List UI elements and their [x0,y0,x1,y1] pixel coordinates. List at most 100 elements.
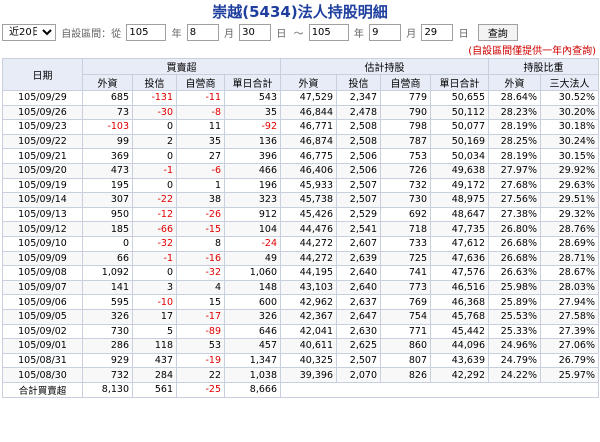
value-cell: 685 [82,90,133,106]
value-cell: -92 [224,119,281,135]
value-cell: 26.79% [540,352,599,369]
value-cell: 692 [380,206,431,223]
value-cell: 42,367 [280,308,337,325]
table-row: 105/09/05 326 17 -17 326 42,367 2,647 754 45,768… [2,308,599,325]
value-cell: 196 [224,177,281,194]
value-cell: 73 [82,104,133,121]
value-cell: 45,426 [280,206,337,223]
date-cell: 105/09/08 [2,265,83,281]
value-cell: 2,506 [336,148,381,164]
value-cell: 28.03% [540,279,599,296]
value-cell: 753 [380,148,431,164]
value-cell: 2 [132,133,177,150]
value-cell: -26 [176,206,225,223]
table-row: 105/09/23 -103 0 11 -92 46,771 2,508 798 50,077 2… [2,119,599,135]
table-row: 105/09/10 0 -32 8 -24 44,272 2,607 733 47,612 26.… [2,235,599,252]
value-cell: 726 [380,162,431,179]
value-cell: 2,625 [336,338,381,354]
table-body: 105/09/29 685 -131 -11 543 47,529 2,347 779 50,6… [2,90,599,383]
header-ratio: 持股比重 [488,58,599,75]
value-cell: 0 [132,265,177,281]
value-cell: 769 [380,294,431,310]
value-cell: 28.67% [540,265,599,281]
value-cell: 929 [82,352,133,369]
value-cell: 27.39% [540,323,599,340]
value-cell: 0 [132,119,177,135]
value-cell: 27 [176,148,225,164]
year-unit-label: 年 [171,29,182,40]
value-cell: 718 [380,221,431,237]
value-cell: -6 [176,162,225,179]
value-cell: 45,738 [280,192,337,208]
value-cell: 42,962 [280,294,337,310]
value-cell: 49,638 [430,162,489,179]
month-unit-label: 月 [223,29,234,40]
table-row: 105/09/19 195 0 1 196 45,933 2,507 732 49,172 27.… [2,177,599,194]
range-select[interactable]: 近20日 [2,24,56,41]
value-cell: 25.53% [488,308,541,325]
value-cell: 28.25% [488,133,541,150]
value-cell: 543 [224,90,281,106]
value-cell: 30.24% [540,133,599,150]
from-month-input[interactable] [186,24,219,41]
value-cell: 0 [82,235,133,252]
value-cell: 807 [380,352,431,369]
total-row: 合計買賣超 8,130 561 -25 8,666 [2,381,599,398]
value-cell: 2,507 [336,177,381,194]
from-year-input[interactable] [126,24,167,41]
to-year-input[interactable] [308,24,349,41]
value-cell: 29.32% [540,206,599,223]
value-cell: 733 [380,235,431,252]
total-cell: -25 [176,381,225,398]
header-date: 日期 [2,58,83,91]
day-unit-label: 日 [458,29,469,40]
value-cell: 30.18% [540,119,599,135]
value-cell: 99 [82,133,133,150]
value-cell: 148 [224,279,281,296]
total-label: 合計買賣超 [2,381,83,398]
value-cell: 25.33% [488,323,541,340]
value-cell: 4 [176,279,225,296]
value-cell: 323 [224,192,281,208]
value-cell: 30.20% [540,104,599,121]
value-cell: 2,478 [336,104,381,121]
value-cell: 43,639 [430,352,489,369]
value-cell: 22 [176,367,225,383]
column-header: 單日合計 [224,74,281,91]
to-month-input[interactable] [369,24,402,41]
value-cell: 1 [176,177,225,194]
value-cell: 798 [380,119,431,135]
date-cell: 105/09/22 [2,133,83,150]
value-cell: 44,096 [430,338,489,354]
value-cell: 725 [380,250,431,267]
column-header: 自營商 [380,74,431,91]
value-cell: 595 [82,294,133,310]
value-cell: 369 [82,148,133,164]
value-cell: 24.96% [488,338,541,354]
value-cell: 284 [132,367,177,383]
value-cell: 50,034 [430,148,489,164]
value-cell: 45,442 [430,323,489,340]
value-cell: 48,647 [430,206,489,223]
value-cell: -22 [132,192,177,208]
query-button[interactable]: 查詢 [477,24,518,41]
value-cell: 47,529 [280,90,337,106]
table-row: 105/09/09 66 -1 -16 49 44,272 2,639 725 47,636 26… [2,250,599,267]
to-day-input[interactable] [421,24,454,41]
value-cell: 46,368 [430,294,489,310]
value-cell: -1 [132,250,177,267]
value-cell: 47,576 [430,265,489,281]
from-day-input[interactable] [239,24,272,41]
value-cell: 47,735 [430,221,489,237]
value-cell: 29.63% [540,177,599,194]
date-cell: 105/09/20 [2,162,83,179]
value-cell: 860 [380,338,431,354]
filter-bar: 近20日 自設區間：從 年 月 日 ～ 年 月 日 查詢 [0,24,600,46]
value-cell: 779 [380,90,431,106]
date-cell: 105/09/05 [2,308,83,325]
total-cell: 561 [132,381,177,398]
value-cell: -16 [176,250,225,267]
date-cell: 105/08/30 [2,367,83,383]
value-cell: 773 [380,279,431,296]
value-cell: 732 [380,177,431,194]
